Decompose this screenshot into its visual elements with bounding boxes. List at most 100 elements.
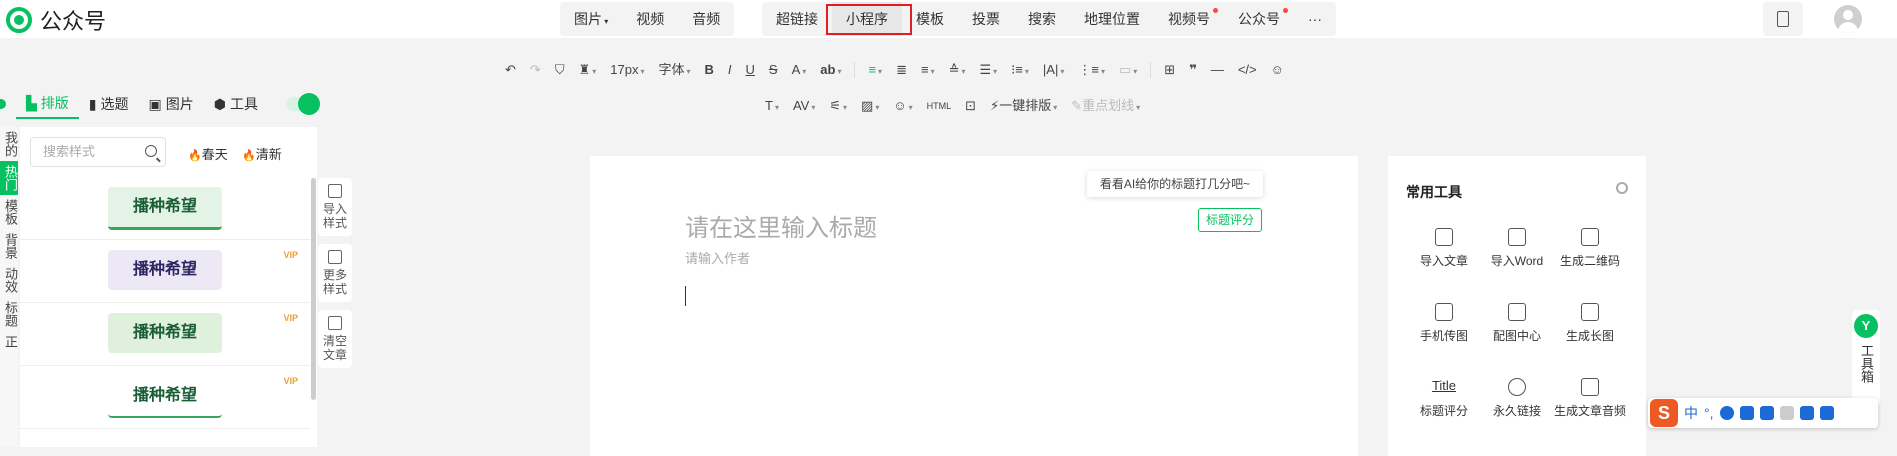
letter-spacing-list-icon[interactable]: ⁝≡ — [1004, 58, 1036, 82]
emoji-icon[interactable] — [1719, 406, 1734, 420]
bold-icon[interactable]: B — [698, 58, 721, 82]
emoji-icon[interactable]: ☺ — [1264, 58, 1291, 82]
align-icon[interactable]: ≡ — [861, 58, 889, 82]
tab-topics[interactable]: ▮ 选题 — [79, 90, 139, 118]
tab-images[interactable]: ▣ 图片 — [139, 90, 204, 118]
author-input[interactable]: 请输入作者 — [685, 248, 750, 267]
tool-long-image[interactable]: 生成长图 — [1550, 303, 1630, 344]
font-family-select[interactable]: 字体 — [651, 58, 697, 82]
notification-dot — [1213, 8, 1218, 13]
hot-tag-spring[interactable]: 春天 — [188, 144, 228, 163]
tool-permanent-link[interactable]: 永久链接 — [1477, 378, 1557, 419]
underline-icon[interactable]: U — [739, 58, 762, 82]
text-format-icon[interactable]: T — [758, 94, 786, 118]
hot-tag-fresh[interactable]: 清新 — [242, 144, 282, 163]
background-color-icon[interactable]: ab — [813, 58, 848, 82]
app-logo[interactable]: 公众号 — [6, 4, 106, 36]
ime-punctuation-toggle[interactable]: °, — [1704, 405, 1714, 421]
nav-background[interactable]: 背景 — [0, 229, 18, 263]
menu-location[interactable]: 地理位置 — [1070, 2, 1154, 36]
style-category-nav: 我的 热门 模板 背景 动效 标题 正 — [0, 127, 18, 447]
menu-official-account[interactable]: 公众号 — [1224, 2, 1294, 36]
title-score-button[interactable]: 标题评分 — [1198, 208, 1262, 232]
clear-format-icon[interactable]: ♜ — [572, 58, 604, 82]
tool-picture-center[interactable]: 配图中心 — [1477, 303, 1557, 344]
block-style-icon[interactable]: ▭ — [1112, 58, 1144, 82]
italic-icon[interactable]: I — [721, 58, 739, 82]
redo-icon[interactable]: ↷ — [523, 58, 548, 82]
highlight-line-button[interactable]: ✎重点划线 — [1064, 94, 1147, 118]
more-menu-button[interactable]: ··· — [1294, 2, 1336, 36]
paragraph-spacing-icon[interactable]: ≡ — [914, 58, 942, 82]
tool-import-word[interactable]: 导入Word — [1477, 228, 1557, 269]
tool-generate-qrcode[interactable]: 生成二维码 — [1550, 228, 1630, 269]
document-switch-button[interactable] — [1763, 2, 1803, 36]
tab-layout[interactable]: ▙ 排版 — [16, 89, 79, 119]
line-height-icon[interactable]: ≙ — [942, 58, 973, 82]
paragraph-align-icon[interactable]: ☰ — [973, 58, 1005, 82]
toolbox-icon[interactable]: ⊡ — [958, 94, 983, 118]
more-styles-button[interactable]: 更多样式 — [318, 244, 352, 302]
menu-hyperlink[interactable]: 超链接 — [762, 2, 832, 36]
nav-body[interactable]: 正 — [0, 331, 18, 352]
ime-mode-toggle[interactable]: 中 — [1684, 403, 1698, 423]
import-icon — [1435, 228, 1453, 246]
clear-article-button[interactable]: 清空文章 — [318, 310, 352, 368]
menu-video[interactable]: 视频 — [622, 2, 678, 36]
sticker-icon[interactable]: ☺ — [886, 94, 919, 118]
tab-tools[interactable]: ⬢ 工具 — [204, 90, 268, 118]
format-painter-icon[interactable]: ⛉ — [548, 58, 572, 82]
search-icon[interactable] — [145, 145, 157, 157]
skin-icon[interactable] — [1799, 406, 1814, 420]
app-title: 公众号 — [40, 9, 107, 34]
import-style-button[interactable]: 导入样式 — [318, 178, 352, 236]
nav-mine[interactable]: 我的 — [0, 127, 18, 161]
nav-hot[interactable]: 热门 — [0, 161, 18, 195]
bookmark-icon: ▮ — [88, 96, 97, 112]
nav-template[interactable]: 模板 — [0, 195, 18, 229]
menu-channels[interactable]: 视频号 — [1154, 2, 1224, 36]
strikethrough-icon[interactable]: S — [762, 58, 785, 82]
tool-phone-upload[interactable]: 手机传图 — [1404, 303, 1484, 344]
divider-icon[interactable]: — — [1204, 58, 1231, 82]
menu-search[interactable]: 搜索 — [1014, 2, 1070, 36]
template-item[interactable]: 播种希望 VIP — [20, 366, 310, 429]
menu-audio[interactable]: 音频 — [678, 2, 734, 36]
quote-icon[interactable]: ❞ — [1182, 58, 1204, 82]
title-input[interactable]: 请在这里输入标题 — [685, 208, 877, 243]
indent-icon[interactable]: ≣ — [889, 58, 914, 82]
kerning-icon[interactable]: AV — [786, 94, 822, 118]
letter-spacing-icon[interactable]: |A| — [1036, 58, 1071, 82]
toolbox-strip[interactable]: Y 工具箱 — [1852, 310, 1880, 406]
unordered-list-icon[interactable]: ⋮≡ — [1071, 58, 1112, 82]
insert-image-icon[interactable]: ▨ — [854, 94, 886, 118]
keyboard-icon[interactable] — [1759, 406, 1774, 420]
nav-title[interactable]: 标题 — [0, 297, 18, 331]
html-icon[interactable]: HTML — [920, 94, 959, 118]
user-icon[interactable] — [1779, 406, 1794, 420]
toolbox-grid-icon[interactable] — [1819, 406, 1834, 420]
template-item[interactable]: 播种希望 — [20, 177, 310, 240]
microphone-icon[interactable] — [1739, 406, 1754, 420]
tool-article-audio[interactable]: 生成文章音频 — [1550, 378, 1630, 419]
gear-icon[interactable] — [1616, 182, 1628, 194]
panel-toggle[interactable] — [285, 93, 320, 115]
table-icon[interactable]: ⊞ — [1157, 58, 1182, 82]
font-color-icon[interactable]: A — [785, 58, 814, 82]
style-panel-scrollbar[interactable] — [311, 178, 316, 400]
one-click-layout-button[interactable]: ⚡一键排版 — [983, 94, 1064, 118]
avatar[interactable] — [1834, 5, 1862, 33]
undo-icon[interactable]: ↶ — [498, 58, 523, 82]
template-item[interactable]: 播种希望 VIP — [20, 303, 310, 366]
template-item[interactable]: 播种希望 VIP — [20, 240, 310, 303]
code-icon[interactable]: </> — [1231, 58, 1264, 82]
menu-image[interactable]: 图片 ▾ — [560, 2, 622, 36]
tool-title-score[interactable]: Title 标题评分 — [1404, 378, 1484, 419]
tool-import-article[interactable]: 导入文章 — [1404, 228, 1484, 269]
menu-vote[interactable]: 投票 — [958, 2, 1014, 36]
font-size-select[interactable]: 17px — [603, 58, 651, 82]
sogou-logo-icon[interactable]: S — [1650, 399, 1678, 427]
magic-wand-icon[interactable]: ⚟ — [822, 94, 854, 118]
nav-animation[interactable]: 动效 — [0, 263, 18, 297]
style-search-input[interactable]: 搜索样式 — [30, 137, 166, 167]
